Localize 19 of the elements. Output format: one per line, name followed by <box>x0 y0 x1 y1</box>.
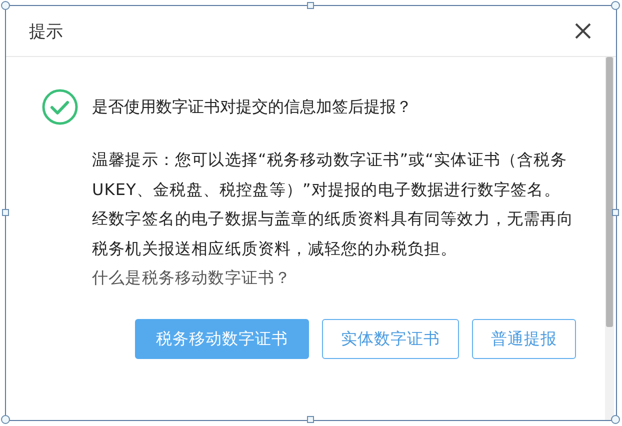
resize-handle[interactable] <box>612 209 619 216</box>
resize-handle[interactable] <box>1 415 10 424</box>
action-button[interactable]: 普通提报 <box>472 319 576 359</box>
resize-handle[interactable] <box>611 1 620 10</box>
body-paragraph: 温馨提示：您可以选择“税务移动数字证书”或“实体证书（含税务UKEY、金税盘、税控盘等）”对提报的电子数据进行数字签名。 <box>92 149 568 200</box>
resize-handle[interactable] <box>611 415 620 424</box>
scrollbar[interactable] <box>605 57 614 420</box>
resize-handle[interactable] <box>307 2 314 9</box>
body-paragraph: 经数字签名的电子数据与盖章的纸质资料具有同等效力，无需再向税务机关报送相应纸质资料，减轻您的办税负担。 <box>92 208 574 260</box>
close-icon[interactable] <box>574 22 592 40</box>
question-text: 是否使用数字证书对提交的信息加签后提报？ <box>92 96 412 118</box>
resize-handle[interactable] <box>2 209 9 216</box>
check-circle-icon <box>42 89 78 125</box>
action-button[interactable]: 税务移动数字证书 <box>135 319 309 359</box>
help-link[interactable]: 什么是税务移动数字证书？ <box>92 263 292 292</box>
dialog-title: 提示 <box>29 20 64 42</box>
resize-handle[interactable] <box>307 416 314 423</box>
resize-handle[interactable] <box>1 1 10 10</box>
action-button[interactable]: 实体数字证书 <box>322 319 459 359</box>
